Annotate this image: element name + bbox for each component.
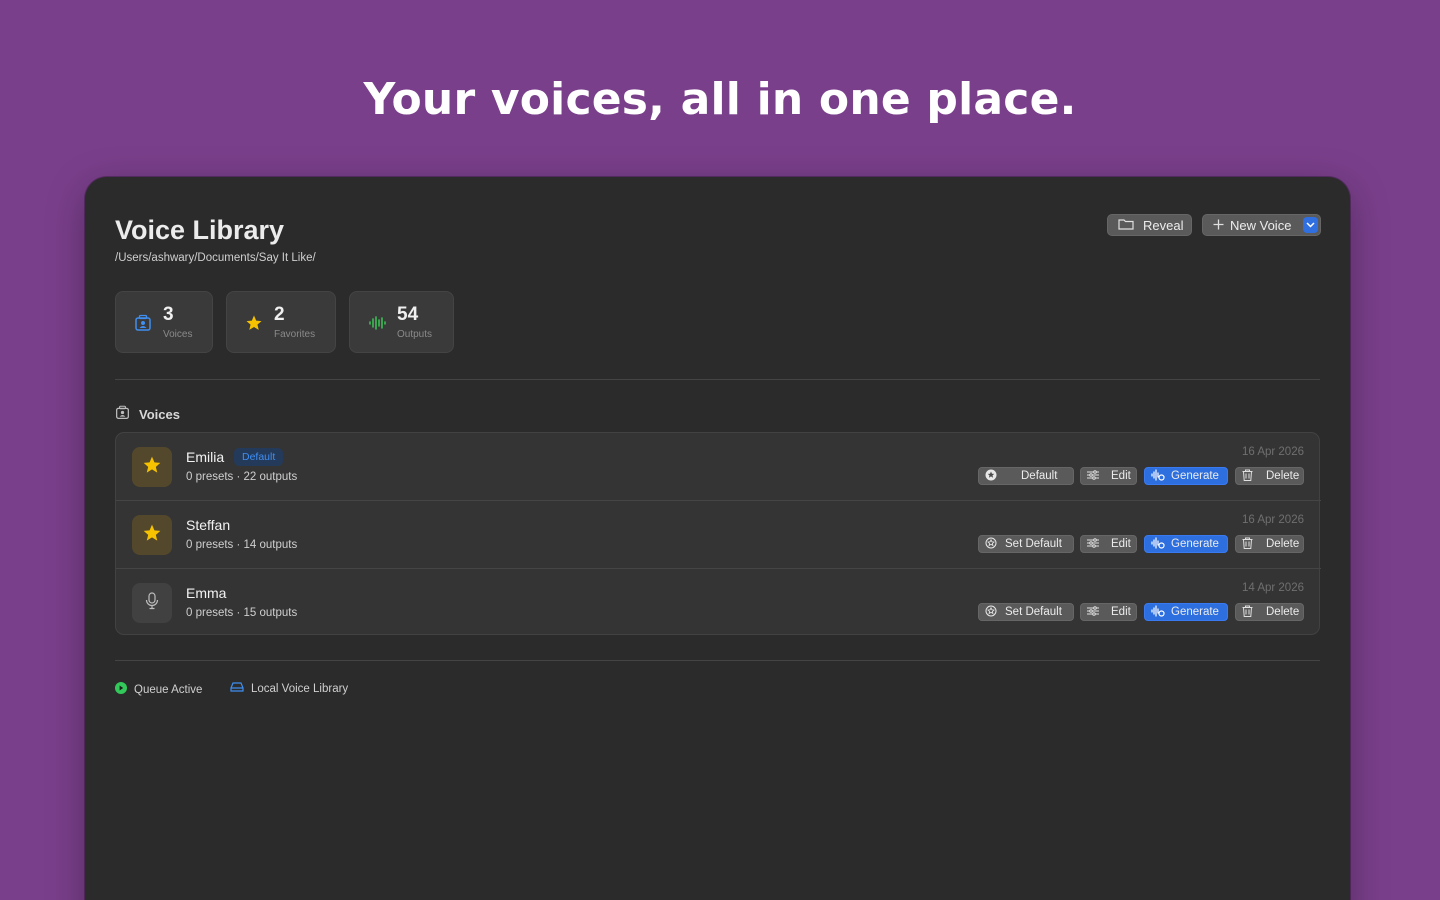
reveal-button-label: Reveal <box>1143 217 1184 233</box>
star-circle-icon <box>985 469 997 484</box>
voice-row-steffan[interactable]: Steffan 0 presets · 14 outputs 16 Apr 20… <box>116 500 1321 568</box>
star-icon <box>142 523 162 548</box>
voice-name: Emma <box>186 585 227 601</box>
generate-button[interactable]: Generate <box>1144 467 1228 485</box>
stat-label: Voices <box>163 329 193 340</box>
stat-value: 54 <box>397 304 419 325</box>
sliders-icon <box>1087 605 1099 619</box>
delete-button[interactable]: Delete <box>1235 535 1304 553</box>
play-circle-icon <box>115 682 127 697</box>
stat-value: 2 <box>274 304 285 325</box>
divider <box>115 379 1320 380</box>
stat-value: 3 <box>163 304 174 325</box>
voice-date: 16 Apr 2026 <box>1241 514 1304 526</box>
person-card-icon <box>133 313 153 333</box>
stat-label: Outputs <box>397 329 433 340</box>
edit-button[interactable]: Edit <box>1080 535 1137 553</box>
delete-button[interactable]: Delete <box>1235 467 1304 485</box>
edit-button[interactable]: Edit <box>1080 467 1137 485</box>
voice-date: 16 Apr 2026 <box>1241 446 1304 458</box>
microphone-icon <box>145 591 159 615</box>
sliders-icon <box>1087 469 1099 483</box>
set-default-button[interactable]: Set Default <box>978 603 1074 621</box>
default-button[interactable]: Default <box>978 467 1074 485</box>
star-circle-icon <box>985 605 997 620</box>
plus-icon <box>1213 218 1224 233</box>
edit-button-label: Edit <box>1111 470 1131 482</box>
voice-row-emilia[interactable]: Emilia Default 0 presets · 22 outputs 16… <box>116 433 1321 501</box>
voices-list: Emilia Default 0 presets · 22 outputs 16… <box>115 432 1321 636</box>
stat-label: Favorites <box>274 329 316 340</box>
waveform-icon <box>1151 536 1165 552</box>
chevron-down-icon[interactable] <box>1303 217 1318 233</box>
stat-voices: 3 Voices <box>115 291 213 353</box>
set-default-button-label: Set Default <box>1005 606 1062 618</box>
generate-button-label: Generate <box>1171 470 1219 482</box>
new-voice-button[interactable]: New Voice <box>1202 214 1321 236</box>
queue-status: Queue Active <box>115 682 202 697</box>
default-button-label: Default <box>1021 470 1058 482</box>
edit-button-label: Edit <box>1111 538 1131 550</box>
stat-favorites: 2 Favorites <box>226 291 336 353</box>
voice-date: 14 Apr 2026 <box>1241 582 1304 594</box>
page-title: Voice Library <box>115 215 285 245</box>
voice-meta: 0 presets · 14 outputs <box>186 539 298 551</box>
waveform-icon <box>367 313 387 333</box>
voice-name: Steffan <box>186 517 231 533</box>
generate-button[interactable]: Generate <box>1144 535 1228 553</box>
waveform-icon <box>1151 468 1165 484</box>
voice-meta: 0 presets · 15 outputs <box>186 607 298 619</box>
waveform-icon <box>1151 604 1165 620</box>
library-path: /Users/ashwary/Documents/Say It Like/ <box>115 252 316 264</box>
voice-name: Emilia <box>186 449 225 465</box>
voices-section-header: Voices <box>115 405 180 423</box>
delete-button-label: Delete <box>1266 538 1300 550</box>
star-icon <box>244 313 264 333</box>
generate-button-label: Generate <box>1171 606 1219 618</box>
voice-avatar[interactable] <box>132 583 172 623</box>
edit-button-label: Edit <box>1111 606 1131 618</box>
voice-row-emma[interactable]: Emma 0 presets · 15 outputs 14 Apr 2026 … <box>116 568 1321 636</box>
delete-button-label: Delete <box>1266 606 1300 618</box>
delete-button-label: Delete <box>1266 470 1300 482</box>
favorite-toggle[interactable] <box>132 515 172 555</box>
drive-icon <box>230 682 244 695</box>
stat-outputs: 54 Outputs <box>349 291 454 353</box>
person-card-icon <box>115 405 130 423</box>
voice-meta: 0 presets · 22 outputs <box>186 471 298 483</box>
generate-button-label: Generate <box>1171 538 1219 550</box>
reveal-button[interactable]: Reveal <box>1107 214 1192 236</box>
set-default-button-label: Set Default <box>1005 538 1062 550</box>
section-title: Voices <box>139 406 180 422</box>
folder-icon <box>1118 218 1134 233</box>
trash-icon <box>1242 537 1253 552</box>
new-voice-button-label: New Voice <box>1230 217 1292 233</box>
queue-status-label: Queue Active <box>134 683 203 696</box>
delete-button[interactable]: Delete <box>1235 603 1304 621</box>
favorite-toggle[interactable] <box>132 447 172 487</box>
generate-button[interactable]: Generate <box>1144 603 1228 621</box>
library-status-label: Local Voice Library <box>251 682 349 695</box>
edit-button[interactable]: Edit <box>1080 603 1137 621</box>
voice-library-window: Voice Library /Users/ashwary/Documents/S… <box>85 177 1350 900</box>
divider <box>115 660 1320 661</box>
library-status: Local Voice Library <box>230 682 348 695</box>
star-circle-icon <box>985 537 997 552</box>
default-badge: Default <box>234 448 284 466</box>
trash-icon <box>1242 469 1253 484</box>
trash-icon <box>1242 605 1253 620</box>
headline: Your voices, all in one place. <box>363 74 1077 125</box>
set-default-button[interactable]: Set Default <box>978 535 1074 553</box>
sliders-icon <box>1087 537 1099 551</box>
star-icon <box>142 455 162 480</box>
